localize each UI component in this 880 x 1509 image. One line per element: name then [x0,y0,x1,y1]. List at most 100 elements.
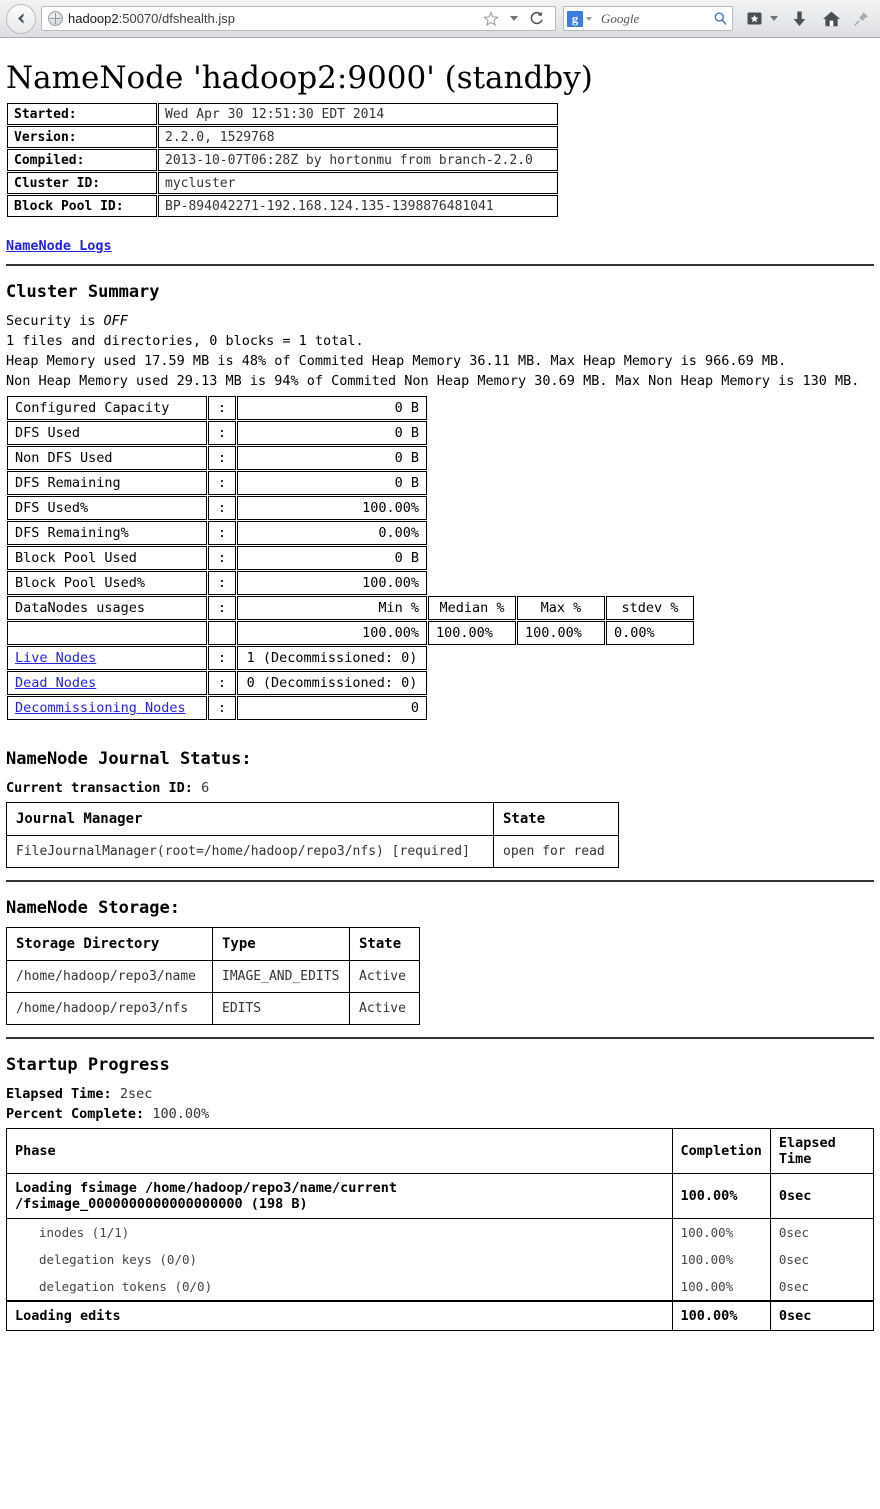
pin-icon[interactable] [848,6,874,32]
journal-status-table: Journal Manager State FileJournalManager… [6,802,619,868]
security-value: OFF [103,313,128,329]
bookmarks-chevron-down-icon[interactable] [767,6,780,32]
spacer-cell [208,621,236,645]
address-bar-text: hadoop2:50070/dfshealth.jsp [68,11,478,26]
live-nodes-link[interactable]: Live Nodes [15,650,96,666]
home-icon[interactable] [818,6,844,32]
magnifier-icon[interactable] [711,6,729,32]
nonheap-line: Non Heap Memory used 29.13 MB is 94% of … [6,373,860,389]
table-row: Loading fsimage /home/hadoop/repo3/name/… [6,1173,875,1219]
table-row: DFS Used% : 100.00% [7,496,694,520]
elapsed-time-line: Elapsed Time: 2sec [6,1084,874,1104]
capacity-value: 100.00% [237,496,427,520]
capacity-label: Configured Capacity [7,396,207,420]
phase-name-line1: Loading fsimage /home/hadoop/repo3/name/… [15,1180,398,1196]
capacity-colon: : [208,671,236,695]
table-row: FileJournalManager(root=/home/hadoop/rep… [6,835,619,868]
phase-step-name: delegation keys (0/0) [6,1246,673,1273]
capacity-label: DFS Used [7,421,207,445]
heap-line: Heap Memory used 17.59 MB is 48% of Comm… [6,353,787,369]
phase-elapsed: 0sec [769,1300,875,1331]
capacity-label: DFS Remaining [7,471,207,495]
phase-elapsed: 0sec [769,1173,875,1219]
phase-header: Phase [6,1128,673,1174]
decommissioning-nodes-cell[interactable]: Decommissioning Nodes [7,696,207,720]
current-transaction-id-label: Current transaction ID: [6,780,193,796]
chevron-down-icon[interactable] [507,6,520,32]
back-arrow-icon [17,13,23,24]
elapsed-time-label: Elapsed Time: [6,1086,112,1102]
storage-directory-value: /home/hadoop/repo3/name [6,960,213,993]
bookmarks-star-box-icon[interactable] [741,6,767,32]
capacity-colon: : [208,646,236,670]
datanodes-min-header: Min % [237,596,427,620]
info-value: BP-894042271-192.168.124.135-13988764810… [158,195,558,217]
datanodes-median-header: Median % [428,596,516,620]
live-nodes-value: 1 (Decommissioned: 0) [237,646,427,670]
capacity-value: 0 B [237,471,427,495]
percent-complete-line: Percent Complete: 100.00% [6,1104,874,1124]
search-input[interactable]: Google [601,11,711,27]
table-header-row: Storage Directory Type State [6,927,420,961]
capacity-colon: : [208,521,236,545]
info-key: Started: [7,103,157,125]
table-row: delegation tokens (0/0) 100.00% 0sec [6,1273,875,1301]
back-button[interactable] [6,3,36,34]
storage-directory-value: /home/hadoop/repo3/nfs [6,992,213,1025]
address-bar[interactable]: hadoop2:50070/dfshealth.jsp [41,6,556,31]
search-bar[interactable]: g Google [563,6,733,31]
phase-step-name: inodes (1/1) [6,1218,673,1246]
table-row: Decommissioning Nodes : 0 [7,696,694,720]
table-row: Cluster ID: mycluster [7,172,558,194]
phase-completion: 100.00% [671,1218,771,1246]
storage-state-header: State [349,927,420,961]
table-row: Configured Capacity : 0 B [7,396,694,420]
phase-completion: 100.00% [671,1246,771,1273]
capacity-colon: : [208,496,236,520]
dead-nodes-cell[interactable]: Dead Nodes [7,671,207,695]
datanodes-max-value: 100.00% [517,621,605,645]
cluster-summary-text: Security is OFF 1 files and directories,… [6,311,874,391]
search-engine-chevron-icon[interactable] [583,6,595,32]
info-value: 2013-10-07T06:28Z by hortonmu from branc… [158,149,558,171]
capacity-label: DFS Remaining% [7,521,207,545]
dead-nodes-link[interactable]: Dead Nodes [15,675,96,691]
namenode-info-table: Started: Wed Apr 30 12:51:30 EDT 2014 Ve… [6,102,559,218]
capacity-label: Non DFS Used [7,446,207,470]
live-nodes-cell[interactable]: Live Nodes [7,646,207,670]
namenode-storage-table: Storage Directory Type State /home/hadoo… [6,927,420,1025]
reload-icon[interactable] [523,6,549,32]
table-row: Block Pool ID: BP-894042271-192.168.124.… [7,195,558,217]
capacity-colon: : [208,546,236,570]
spacer-cell [7,621,207,645]
datanodes-min-value: 100.00% [237,621,427,645]
phase-elapsed: 0sec [769,1273,875,1301]
table-row: DFS Remaining : 0 B [7,471,694,495]
elapsed-header: Elapsed Time [769,1128,875,1174]
info-key: Block Pool ID: [7,195,157,217]
cluster-capacity-table: Configured Capacity : 0 B DFS Used : 0 B… [6,395,695,721]
google-logo-icon: g [567,10,583,27]
decommissioning-nodes-link[interactable]: Decommissioning Nodes [15,700,186,716]
datanodes-usages-header-row: DataNodes usages : Min % Median % Max % … [7,596,694,620]
completion-header: Completion [671,1128,771,1174]
capacity-label: Block Pool Used [7,546,207,570]
phase-completion: 100.00% [671,1273,771,1301]
namenode-logs-link[interactable]: NameNode Logs [6,238,112,254]
namenode-info-body: Started: Wed Apr 30 12:51:30 EDT 2014 Ve… [7,103,558,217]
phase-name: Loading edits [6,1300,673,1331]
info-key: Cluster ID: [7,172,157,194]
star-icon[interactable] [478,6,504,32]
dead-nodes-value: 0 (Decommissioned: 0) [237,671,427,695]
download-arrow-icon[interactable] [786,6,812,32]
capacity-value: 0 B [237,421,427,445]
phase-completion: 100.00% [671,1173,771,1219]
table-row: DFS Used : 0 B [7,421,694,445]
startup-progress-table: Phase Completion Elapsed Time Loading fs… [6,1128,875,1331]
table-row: Non DFS Used : 0 B [7,446,694,470]
table-header-row: Journal Manager State [6,802,619,836]
capacity-label: Block Pool Used% [7,571,207,595]
namenode-storage-heading: NameNode Storage: [6,898,180,918]
capacity-colon: : [208,446,236,470]
phase-completion: 100.00% [671,1300,771,1331]
